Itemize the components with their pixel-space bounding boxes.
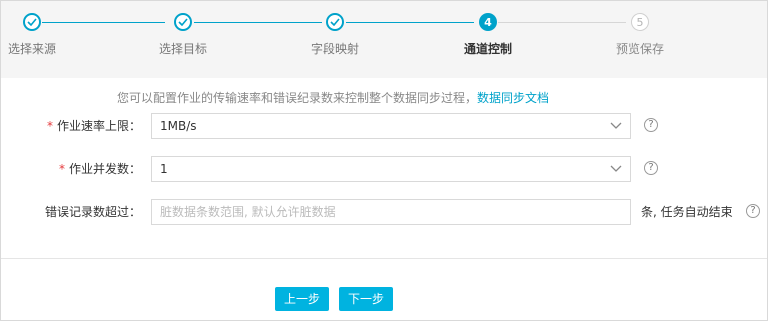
hint-text: 您可以配置作业的传输速率和错误纪录数来控制整个数据同步过程，	[117, 91, 478, 105]
help-icon[interactable]: ?	[644, 161, 658, 175]
step-select-source[interactable]: 选择来源	[1, 13, 87, 57]
step-number-badge: 4	[479, 13, 497, 31]
error-limit-label: 错误记录数超过：	[44, 205, 141, 219]
check-icon	[326, 13, 344, 31]
step-field-mapping[interactable]: 字段映射	[280, 13, 390, 57]
step-select-target[interactable]: 选择目标	[128, 13, 238, 57]
required-marker: *	[46, 119, 53, 133]
error-limit-input[interactable]	[151, 199, 631, 225]
channel-hint: 您可以配置作业的传输速率和错误纪录数来控制整个数据同步过程，数据同步文档	[117, 89, 549, 106]
help-icon[interactable]: ?	[746, 204, 760, 218]
help-icon[interactable]: ?	[644, 118, 658, 132]
concurrency-select[interactable]: 1	[151, 156, 631, 182]
error-limit-row: 错误记录数超过： 条, 任务自动结束 ?	[1, 199, 767, 225]
step-number-badge: 5	[631, 13, 649, 31]
step-preview-save[interactable]: 5 预览保存	[585, 13, 695, 57]
task-config-panel: 选择来源 选择目标 字段映射 4 通道控制 5 预览保存 您可以配置作业的传输速…	[0, 0, 768, 321]
sync-docs-link[interactable]: 数据同步文档	[477, 91, 549, 105]
speed-limit-select[interactable]: 1MB/s	[151, 113, 631, 139]
step-label: 通道控制	[463, 42, 512, 56]
error-limit-suffix: 条, 任务自动结束	[641, 205, 733, 219]
required-marker: *	[58, 162, 65, 176]
speed-limit-value: 1MB/s	[160, 119, 197, 133]
step-progress-bar: 选择来源 选择目标 字段映射 4 通道控制 5 预览保存	[1, 1, 767, 78]
step-label: 选择目标	[158, 42, 207, 56]
concurrency-value: 1	[160, 162, 168, 176]
next-step-button[interactable]: 下一步	[339, 287, 393, 311]
step-label: 字段映射	[310, 42, 359, 56]
step-label: 选择来源	[7, 42, 56, 56]
chevron-down-icon	[610, 122, 622, 129]
check-icon	[174, 13, 192, 31]
concurrency-label: * 作业并发数：	[58, 162, 141, 176]
speed-limit-row: * 作业速率上限： 1MB/s ?	[1, 113, 767, 139]
check-icon	[23, 13, 41, 31]
chevron-down-icon	[610, 165, 622, 172]
concurrency-row: * 作业并发数： 1 ?	[1, 156, 767, 182]
step-channel-control[interactable]: 4 通道控制	[433, 13, 543, 57]
speed-limit-label: * 作业速率上限：	[46, 119, 141, 133]
footer-divider	[1, 258, 767, 259]
step-label: 预览保存	[615, 42, 664, 56]
prev-step-button[interactable]: 上一步	[275, 287, 329, 311]
